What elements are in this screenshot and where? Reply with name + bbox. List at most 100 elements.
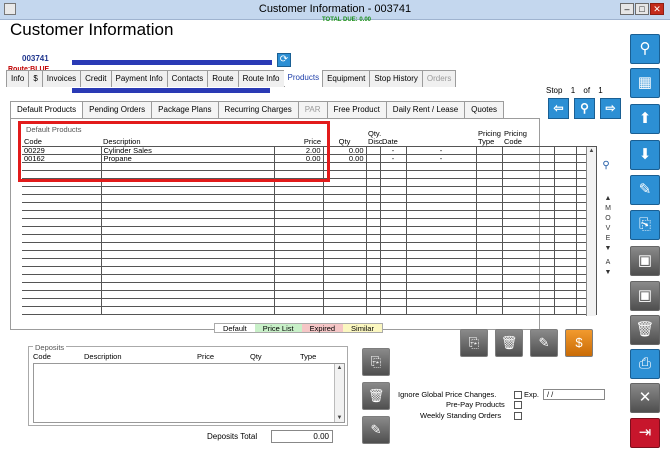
next-stop-button[interactable]: ⇨ [600, 98, 621, 119]
grid-cell[interactable] [476, 234, 503, 243]
grid-cell[interactable] [366, 218, 381, 227]
grid-cell[interactable] [476, 218, 503, 227]
grid-cell[interactable] [502, 234, 555, 243]
grid-cell[interactable] [502, 274, 555, 283]
grid-cell[interactable] [323, 218, 367, 227]
tab-stop-history[interactable]: Stop History [369, 70, 423, 87]
grid-cell[interactable] [323, 282, 367, 291]
grid-cell[interactable] [366, 282, 381, 291]
grid-cell[interactable] [406, 186, 477, 195]
grid-cell[interactable] [380, 218, 407, 227]
grid-cell[interactable] [380, 290, 407, 299]
grid-cell[interactable] [323, 202, 367, 211]
grid-cell[interactable] [101, 234, 275, 243]
pricing-button[interactable]: $ [565, 329, 593, 357]
grid-cell[interactable] [366, 226, 381, 235]
grid-cell[interactable] [406, 250, 477, 259]
grid-cell[interactable] [502, 266, 555, 275]
grid-cell[interactable] [554, 250, 577, 259]
grid-cell[interactable] [476, 242, 503, 251]
grid-cell[interactable] [476, 282, 503, 291]
grid-cell[interactable] [22, 282, 102, 291]
minimize-button[interactable]: – [620, 3, 634, 15]
grid-cell[interactable] [22, 274, 102, 283]
grid-cell[interactable] [502, 146, 555, 155]
grid-cell[interactable] [380, 202, 407, 211]
grid-cell[interactable] [554, 162, 577, 171]
exp-date-input[interactable]: / / [543, 389, 605, 400]
grid-cell[interactable]: - [380, 154, 407, 163]
grid-cell[interactable]: Propane [101, 154, 275, 163]
grid-cell[interactable] [323, 274, 367, 283]
deposits-scrollbar[interactable]: ▲ ▼ [334, 364, 344, 422]
grid-cell[interactable] [22, 306, 102, 315]
grid-cell[interactable] [323, 186, 367, 195]
grid-cell[interactable] [274, 186, 324, 195]
grid-cell[interactable] [406, 306, 477, 315]
grid-cell[interactable] [274, 266, 324, 275]
subtab-quotes[interactable]: Quotes [464, 101, 504, 118]
grid-cell[interactable] [323, 306, 367, 315]
grid-cell[interactable] [406, 242, 477, 251]
grid-cell[interactable]: - [406, 146, 477, 155]
grid-cell[interactable] [101, 194, 275, 203]
grid-cell[interactable]: 2.00 [274, 146, 324, 155]
grid-cell[interactable] [380, 226, 407, 235]
grid-cell[interactable] [22, 226, 102, 235]
grid-cell[interactable] [554, 170, 577, 179]
grid-cell[interactable] [22, 250, 102, 259]
grid-cell[interactable] [476, 306, 503, 315]
grid-cell[interactable] [554, 226, 577, 235]
grid-cell[interactable] [380, 170, 407, 179]
grid-cell[interactable] [274, 258, 324, 267]
grid-col-10[interactable] [576, 123, 596, 147]
grid-cell[interactable] [323, 162, 367, 171]
grid-cell[interactable] [406, 218, 477, 227]
tab-route-info[interactable]: Route Info [237, 70, 285, 87]
grid-cell[interactable] [22, 170, 102, 179]
grid-cell[interactable] [22, 178, 102, 187]
grid-cell[interactable] [323, 298, 367, 307]
table-row[interactable] [22, 162, 597, 171]
grid-cell[interactable] [366, 194, 381, 203]
deposits-list[interactable]: ▲ ▼ [33, 363, 345, 423]
grid-cell[interactable]: - [406, 154, 477, 163]
grid-cell[interactable] [380, 194, 407, 203]
grid-cell[interactable] [476, 210, 503, 219]
grid-cell[interactable] [554, 274, 577, 283]
grid-cell[interactable] [101, 178, 275, 187]
grid-cell[interactable] [22, 210, 102, 219]
grid-cell[interactable] [22, 218, 102, 227]
subtab-default-products[interactable]: Default Products [10, 101, 84, 118]
grid-cell[interactable] [274, 282, 324, 291]
grid-cell[interactable] [366, 258, 381, 267]
grid-col-1[interactable]: Description [101, 123, 274, 147]
table-row[interactable] [22, 194, 597, 203]
grid-cell[interactable] [406, 266, 477, 275]
grid-cell[interactable] [476, 250, 503, 259]
grid-cell[interactable]: 0.00 [274, 154, 324, 163]
prepay-checkbox[interactable] [514, 401, 522, 409]
grid-cell[interactable] [406, 226, 477, 235]
grid-cell[interactable] [476, 154, 503, 163]
table-row[interactable] [22, 250, 597, 259]
subtab-recurring-charges[interactable]: Recurring Charges [217, 101, 299, 118]
grid-cell[interactable] [101, 306, 275, 315]
tab-dollar[interactable]: $ [28, 70, 43, 87]
grid-cell[interactable] [406, 162, 477, 171]
grid-cell[interactable] [323, 242, 367, 251]
weekly-checkbox[interactable] [514, 412, 522, 420]
edit-product-button[interactable]: ✎ [530, 329, 558, 357]
grid-cell[interactable] [476, 202, 503, 211]
grid-cell[interactable] [476, 178, 503, 187]
subtab-pending-orders[interactable]: Pending Orders [82, 101, 153, 118]
search-tool-button[interactable]: ⚲ [630, 34, 660, 64]
grid-cell[interactable] [380, 186, 407, 195]
exit-tool-button[interactable]: ⇥ [630, 418, 660, 448]
grid-cell[interactable] [366, 250, 381, 259]
grid-cell[interactable] [274, 210, 324, 219]
previous-stop-button[interactable]: ⇦ [548, 98, 569, 119]
grid-cell[interactable] [502, 258, 555, 267]
grid-cell[interactable] [554, 154, 577, 163]
grid-cell[interactable] [502, 290, 555, 299]
